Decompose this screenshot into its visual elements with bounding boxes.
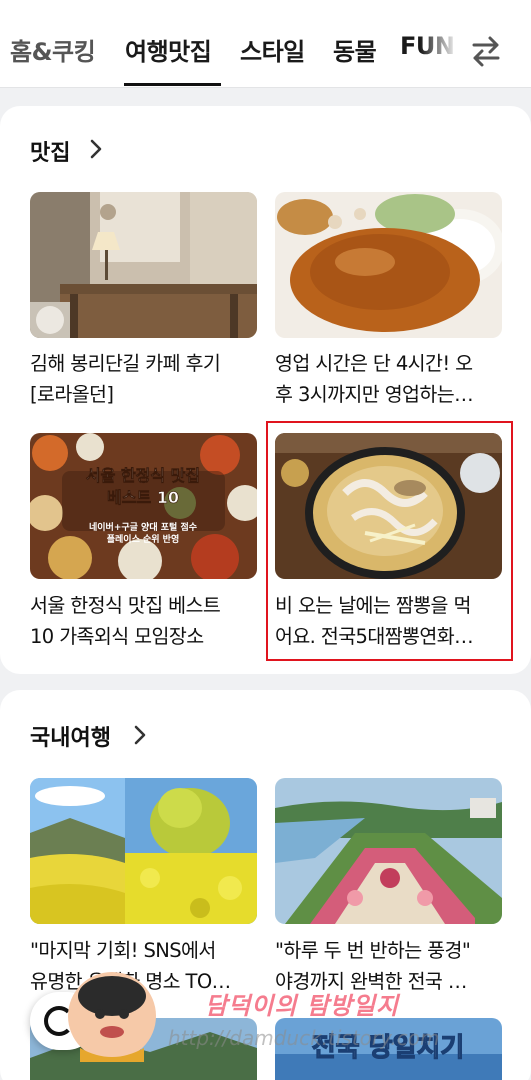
chevron-right-icon[interactable] bbox=[88, 138, 104, 160]
article-caption[interactable]: 서울 한정식 맛집 베스트 10 가족외식 모임장소 bbox=[30, 590, 262, 652]
thumb-overlay-subtitle: 플레이스 순위 반영 bbox=[107, 533, 180, 545]
watermark-url: http://damduck.tistory.com bbox=[168, 1026, 440, 1050]
cafe-interior-photo[interactable] bbox=[30, 192, 257, 338]
swap-arrows-icon[interactable] bbox=[470, 34, 502, 68]
article-caption[interactable]: 김해 봉리단길 카페 후기 [로라올던] bbox=[30, 348, 262, 410]
article-caption[interactable]: 영업 시간은 단 4시간! 오 후 3시까지만 영업하는… bbox=[275, 348, 507, 410]
active-tab-indicator bbox=[124, 83, 221, 86]
pork-cutlet-photo[interactable] bbox=[275, 192, 502, 338]
korean-table-photo[interactable]: 서울 한정식 맛집 베스트 10 네이버+구글 양대 포털 점수 플레이스 순위… bbox=[30, 433, 257, 579]
garden-aerial-photo[interactable] bbox=[275, 778, 502, 924]
canola-field-photo[interactable] bbox=[30, 778, 257, 924]
tab-animals[interactable]: 동물 bbox=[333, 32, 377, 67]
watermark-title: 담덕이의 탐방일지 bbox=[205, 992, 399, 1020]
thumb-overlay-subtitle: 네이버+구글 양대 포털 점수 bbox=[89, 521, 197, 533]
watermark-avatar bbox=[66, 970, 158, 1062]
section-title-domestic-travel[interactable]: 국내여행 bbox=[30, 720, 111, 752]
chevron-right-icon[interactable] bbox=[132, 724, 148, 746]
tab-fade bbox=[420, 20, 468, 80]
highlight-box bbox=[266, 421, 513, 661]
section-title-food[interactable]: 맛집 bbox=[30, 135, 70, 167]
tab-travel-food[interactable]: 여행맛집 bbox=[125, 32, 212, 67]
tab-style[interactable]: 스타일 bbox=[240, 32, 305, 67]
category-tab-bar: 홈&쿠킹 여행맛집 스타일 동물 FUN bbox=[0, 0, 531, 88]
tab-home-cooking[interactable]: 홈&쿠킹 bbox=[10, 32, 96, 67]
thumb-overlay-title: 베스트 10 bbox=[107, 488, 179, 507]
thumb-overlay-title: 서울 한정식 맛집 bbox=[86, 466, 200, 485]
